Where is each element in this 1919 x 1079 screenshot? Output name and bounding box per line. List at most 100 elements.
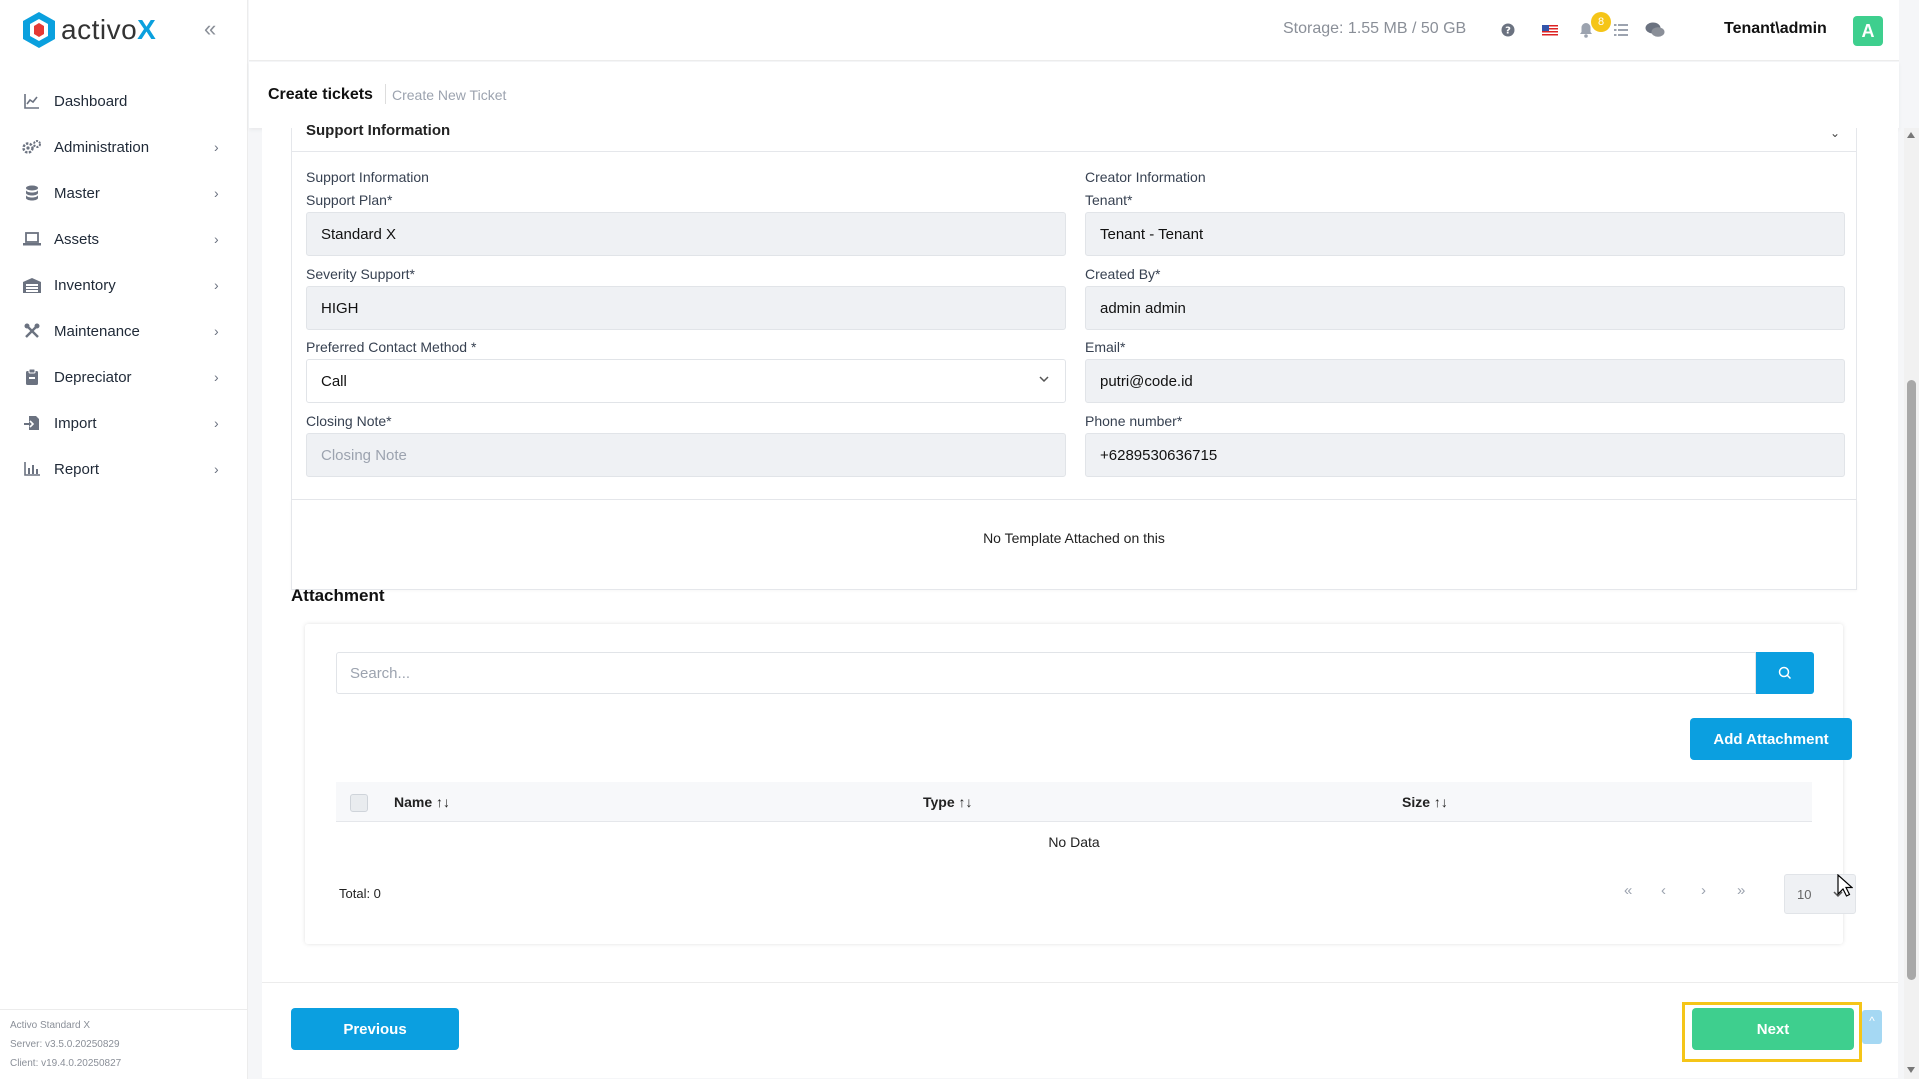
sidebar-item-master[interactable]: Master › bbox=[0, 170, 248, 216]
sidebar-nav: Dashboard Administration › Master › Asse… bbox=[0, 78, 248, 492]
double-chevron-left-icon[interactable]: « bbox=[204, 16, 216, 42]
scroll-down-arrow-icon[interactable] bbox=[1907, 1067, 1915, 1073]
email-field[interactable]: putri@code.id bbox=[1085, 359, 1845, 403]
phone-field[interactable]: +6289530636715 bbox=[1085, 433, 1845, 477]
chevron-right-icon: › bbox=[214, 277, 219, 293]
group-label: Creator Information bbox=[1085, 169, 1206, 185]
chevron-right-icon: › bbox=[214, 231, 219, 247]
sidebar-item-import[interactable]: Import › bbox=[0, 400, 248, 446]
scroll-thumb[interactable] bbox=[1907, 380, 1916, 980]
sidebar-item-label: Master bbox=[54, 184, 100, 202]
sidebar-item-dashboard[interactable]: Dashboard bbox=[0, 78, 248, 124]
contact-method-select[interactable]: Call bbox=[306, 359, 1066, 403]
email-label: Email* bbox=[1085, 339, 1126, 355]
add-attachment-button[interactable]: Add Attachment bbox=[1690, 718, 1852, 760]
user-name[interactable]: Tenant\admin bbox=[1724, 20, 1827, 38]
severity-field[interactable]: HIGH bbox=[306, 286, 1066, 330]
warehouse-icon bbox=[22, 275, 42, 295]
help-icon[interactable]: ? bbox=[1496, 18, 1520, 42]
sidebar-item-assets[interactable]: Assets › bbox=[0, 216, 248, 262]
gears-icon bbox=[22, 137, 42, 157]
tenant-label: Tenant* bbox=[1085, 192, 1133, 208]
top-header: Storage: 1.55 MB / 50 GB ? 8 Tenant\admi… bbox=[249, 0, 1899, 61]
next-page-icon[interactable]: › bbox=[1701, 882, 1706, 899]
template-note: No Template Attached on this bbox=[983, 530, 1165, 546]
tenant-field[interactable]: Tenant - Tenant bbox=[1085, 212, 1845, 256]
mouse-pointer-icon bbox=[1837, 874, 1853, 897]
hexagon-logo-icon bbox=[23, 12, 55, 48]
us-flag-icon[interactable] bbox=[1538, 18, 1562, 42]
storage-usage: Storage: 1.55 MB / 50 GB bbox=[1283, 20, 1467, 37]
bar-chart-icon bbox=[22, 459, 42, 479]
closing-note-field[interactable]: Closing Note bbox=[306, 433, 1066, 477]
next-button[interactable]: Next bbox=[1692, 1008, 1854, 1050]
template-box: No Template Attached on this bbox=[291, 500, 1857, 590]
sidebar-item-label: Inventory bbox=[54, 276, 116, 294]
svg-text:?: ? bbox=[1505, 26, 1511, 37]
severity-label: Severity Support* bbox=[306, 266, 415, 282]
column-name[interactable]: Name ↑↓ bbox=[394, 794, 450, 810]
column-size[interactable]: Size ↑↓ bbox=[1402, 794, 1448, 810]
attachment-title: Attachment bbox=[291, 586, 385, 605]
chat-icon[interactable] bbox=[1643, 18, 1667, 42]
laptop-icon bbox=[22, 229, 42, 249]
sidebar-item-label: Dashboard bbox=[54, 92, 128, 110]
sidebar-item-label: Depreciator bbox=[54, 368, 132, 386]
sidebar-item-label: Import bbox=[54, 414, 97, 432]
chevron-right-icon: › bbox=[214, 185, 219, 201]
contact-method-label: Preferred Contact Method * bbox=[306, 339, 477, 355]
file-import-icon bbox=[22, 413, 42, 433]
main-content: Support Information ⌄ Support Informatio… bbox=[262, 122, 1898, 1078]
column-type[interactable]: Type ↑↓ bbox=[923, 794, 973, 810]
footer-divider bbox=[262, 982, 1898, 983]
chevron-right-icon: › bbox=[214, 323, 219, 339]
client-version: Client: v19.4.0.20250827 bbox=[10, 1058, 122, 1069]
prev-page-icon[interactable]: ‹ bbox=[1661, 882, 1666, 899]
breadcrumb-divider bbox=[385, 84, 386, 104]
sidebar-item-label: Assets bbox=[54, 230, 100, 248]
search-button[interactable] bbox=[1756, 652, 1814, 694]
sidebar-item-depreciator[interactable]: Depreciator › bbox=[0, 354, 248, 400]
last-page-icon[interactable]: » bbox=[1737, 882, 1745, 899]
section-title: Support Information bbox=[306, 122, 451, 139]
table-header: Name ↑↓ Type ↑↓ Size ↑↓ bbox=[336, 782, 1812, 822]
previous-button[interactable]: Previous bbox=[291, 1008, 459, 1050]
created-by-field[interactable]: admin admin bbox=[1085, 286, 1845, 330]
sort-icon: ↑↓ bbox=[958, 794, 973, 810]
support-plan-field[interactable]: Standard X bbox=[306, 212, 1066, 256]
total-count: Total: 0 bbox=[339, 886, 381, 901]
breadcrumb: Create tickets Create New Ticket bbox=[249, 62, 1899, 128]
support-plan-label: Support Plan* bbox=[306, 192, 393, 208]
avatar[interactable]: A bbox=[1853, 16, 1883, 46]
logo[interactable]: activoX bbox=[22, 10, 156, 50]
section-header[interactable]: Support Information ⌄ bbox=[292, 122, 1856, 152]
sidebar-item-inventory[interactable]: Inventory › bbox=[0, 262, 248, 308]
chevron-right-icon: › bbox=[214, 139, 219, 155]
chevron-right-icon: › bbox=[214, 415, 219, 431]
sidebar-item-report[interactable]: Report › bbox=[0, 446, 248, 492]
empty-state: No Data bbox=[1048, 834, 1100, 850]
version-info: Activo Standard X Server: v3.5.0.2025082… bbox=[0, 1009, 248, 1079]
sidebar-item-maintenance[interactable]: Maintenance › bbox=[0, 308, 248, 354]
contact-method-value: Call bbox=[321, 372, 347, 390]
logo-text: activoX bbox=[61, 14, 157, 45]
scroll-to-top-button[interactable]: ^ bbox=[1862, 1010, 1882, 1044]
edition-text: Activo Standard X bbox=[10, 1020, 91, 1031]
phone-label: Phone number* bbox=[1085, 413, 1183, 429]
select-all-checkbox[interactable] bbox=[350, 794, 368, 812]
chevron-right-icon: › bbox=[214, 461, 219, 477]
scroll-up-arrow-icon[interactable] bbox=[1907, 132, 1915, 138]
closing-note-label: Closing Note* bbox=[306, 413, 392, 429]
chart-line-icon bbox=[22, 91, 42, 111]
first-page-icon[interactable]: « bbox=[1624, 882, 1632, 899]
chevron-right-icon: › bbox=[214, 369, 219, 385]
search-input[interactable] bbox=[336, 652, 1756, 694]
page-size-value: 10 bbox=[1797, 886, 1812, 902]
sort-icon: ↑↓ bbox=[436, 794, 451, 810]
scrollbar[interactable] bbox=[1904, 128, 1919, 1079]
task-list-icon[interactable] bbox=[1609, 18, 1633, 42]
database-icon bbox=[22, 183, 42, 203]
chevron-down-icon[interactable]: ⌄ bbox=[1830, 126, 1840, 140]
sidebar-item-administration[interactable]: Administration › bbox=[0, 124, 248, 170]
page-title: Create tickets bbox=[268, 86, 373, 103]
